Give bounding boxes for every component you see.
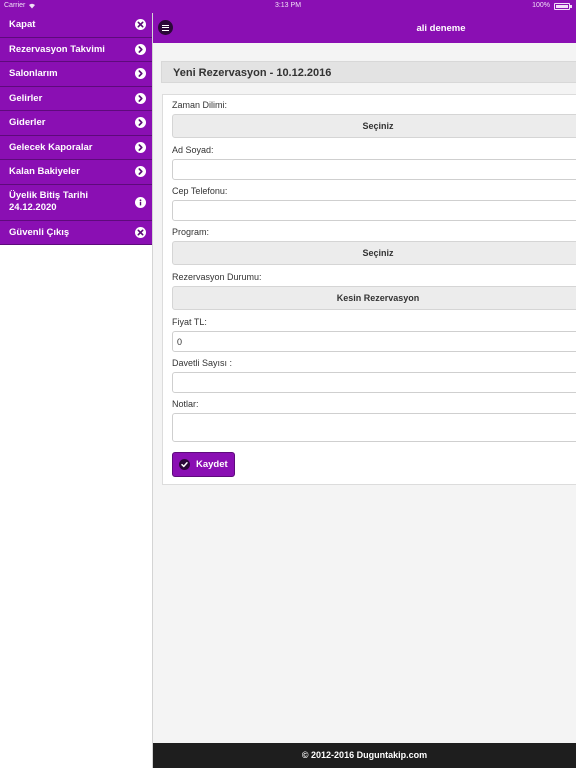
reservation-status-select[interactable]: Kesin Rezervasyon [172, 286, 576, 310]
chevron-right-icon [135, 141, 146, 153]
sidebar-item-income[interactable]: Gelirler [0, 86, 152, 111]
chevron-right-icon [135, 166, 146, 178]
price-label: Fiyat TL: [172, 317, 207, 327]
chevron-right-icon [135, 117, 146, 129]
full-name-input[interactable] [172, 159, 576, 180]
chevron-right-icon [135, 43, 146, 55]
sidebar-item-label: Rezervasyon Takvimi [9, 43, 105, 55]
chevron-right-icon [135, 68, 146, 80]
status-bar: Carrier 3:13 PM 100% [0, 0, 576, 13]
footer: © 2012-2016 Duguntakip.com [153, 743, 576, 768]
sidebar-item-label: Kalan Bakiyeler [9, 166, 80, 178]
user-name: ali deneme [416, 23, 466, 34]
program-select[interactable]: Seçiniz [172, 241, 576, 265]
time-slot-select[interactable]: Seçiniz [172, 114, 576, 138]
save-button-label: Kaydet [196, 459, 228, 470]
battery-percent: 100% [532, 2, 550, 9]
status-time: 3:13 PM [274, 2, 302, 9]
top-bar: ali deneme [153, 13, 576, 43]
save-button[interactable]: Kaydet [172, 452, 235, 477]
sidebar-item-reservation-calendar[interactable]: Rezervasyon Takvimi [0, 37, 152, 62]
main-content: Yeni Rezervasyon - 10.12.2016 Zaman Dili… [153, 43, 576, 743]
sidebar-item-label: Giderler [9, 117, 46, 129]
sidebar-item-label: Gelirler [9, 92, 43, 104]
guest-count-input[interactable] [172, 372, 576, 393]
chevron-right-icon [135, 92, 146, 104]
sidebar-item-upcoming-deposits[interactable]: Gelecek Kaporalar [0, 135, 152, 160]
close-icon [135, 226, 146, 238]
close-icon [135, 19, 146, 31]
sidebar-item-expenses[interactable]: Giderler [0, 111, 152, 136]
reservation-form: Zaman Dilimi: Seçiniz Ad Soyad: Cep Tele… [162, 94, 576, 485]
sidebar-menu: Kapat Rezervasyon Takvimi Salonlarım Gel… [0, 13, 153, 768]
footer-copyright: © 2012-2016 Duguntakip.com [301, 750, 428, 760]
sidebar-item-label: Salonlarım [9, 68, 58, 80]
sidebar-item-membership-expiry[interactable]: Üyelik Bitiş Tarihi 24.12.2020 [0, 184, 152, 221]
page-title: Yeni Rezervasyon - 10.12.2016 [161, 61, 576, 83]
sidebar-item-remaining-balances[interactable]: Kalan Bakiyeler [0, 160, 152, 185]
guest-count-label: Davetli Sayısı : [172, 358, 233, 368]
reservation-status-label: Rezervasyon Durumu: [172, 272, 262, 282]
sidebar-item-label: Üyelik Bitiş Tarihi 24.12.2020 [9, 190, 152, 214]
phone-input[interactable] [172, 200, 576, 221]
notes-textarea[interactable] [172, 413, 576, 442]
price-input[interactable]: 0 [172, 331, 576, 352]
phone-label: Cep Telefonu: [172, 186, 228, 196]
sidebar-item-close[interactable]: Kapat [0, 13, 152, 38]
time-slot-label: Zaman Dilimi: [172, 100, 228, 110]
full-name-label: Ad Soyad: [172, 145, 214, 155]
sidebar-item-logout[interactable]: Güvenli Çıkış [0, 220, 152, 245]
sidebar-item-label: Güvenli Çıkış [9, 226, 70, 238]
membership-expiry-label: Üyelik Bitiş Tarihi [9, 190, 89, 201]
sidebar-item-label: Gelecek Kaporalar [9, 141, 93, 153]
sidebar-item-halls[interactable]: Salonlarım [0, 62, 152, 87]
checkmark-icon [179, 459, 190, 470]
membership-expiry-date: 24.12.2020 [9, 202, 57, 213]
program-label: Program: [172, 227, 210, 237]
notes-label: Notlar: [172, 399, 199, 409]
info-icon [135, 196, 146, 208]
sidebar-item-label: Kapat [9, 19, 36, 31]
battery-icon [554, 3, 572, 10]
